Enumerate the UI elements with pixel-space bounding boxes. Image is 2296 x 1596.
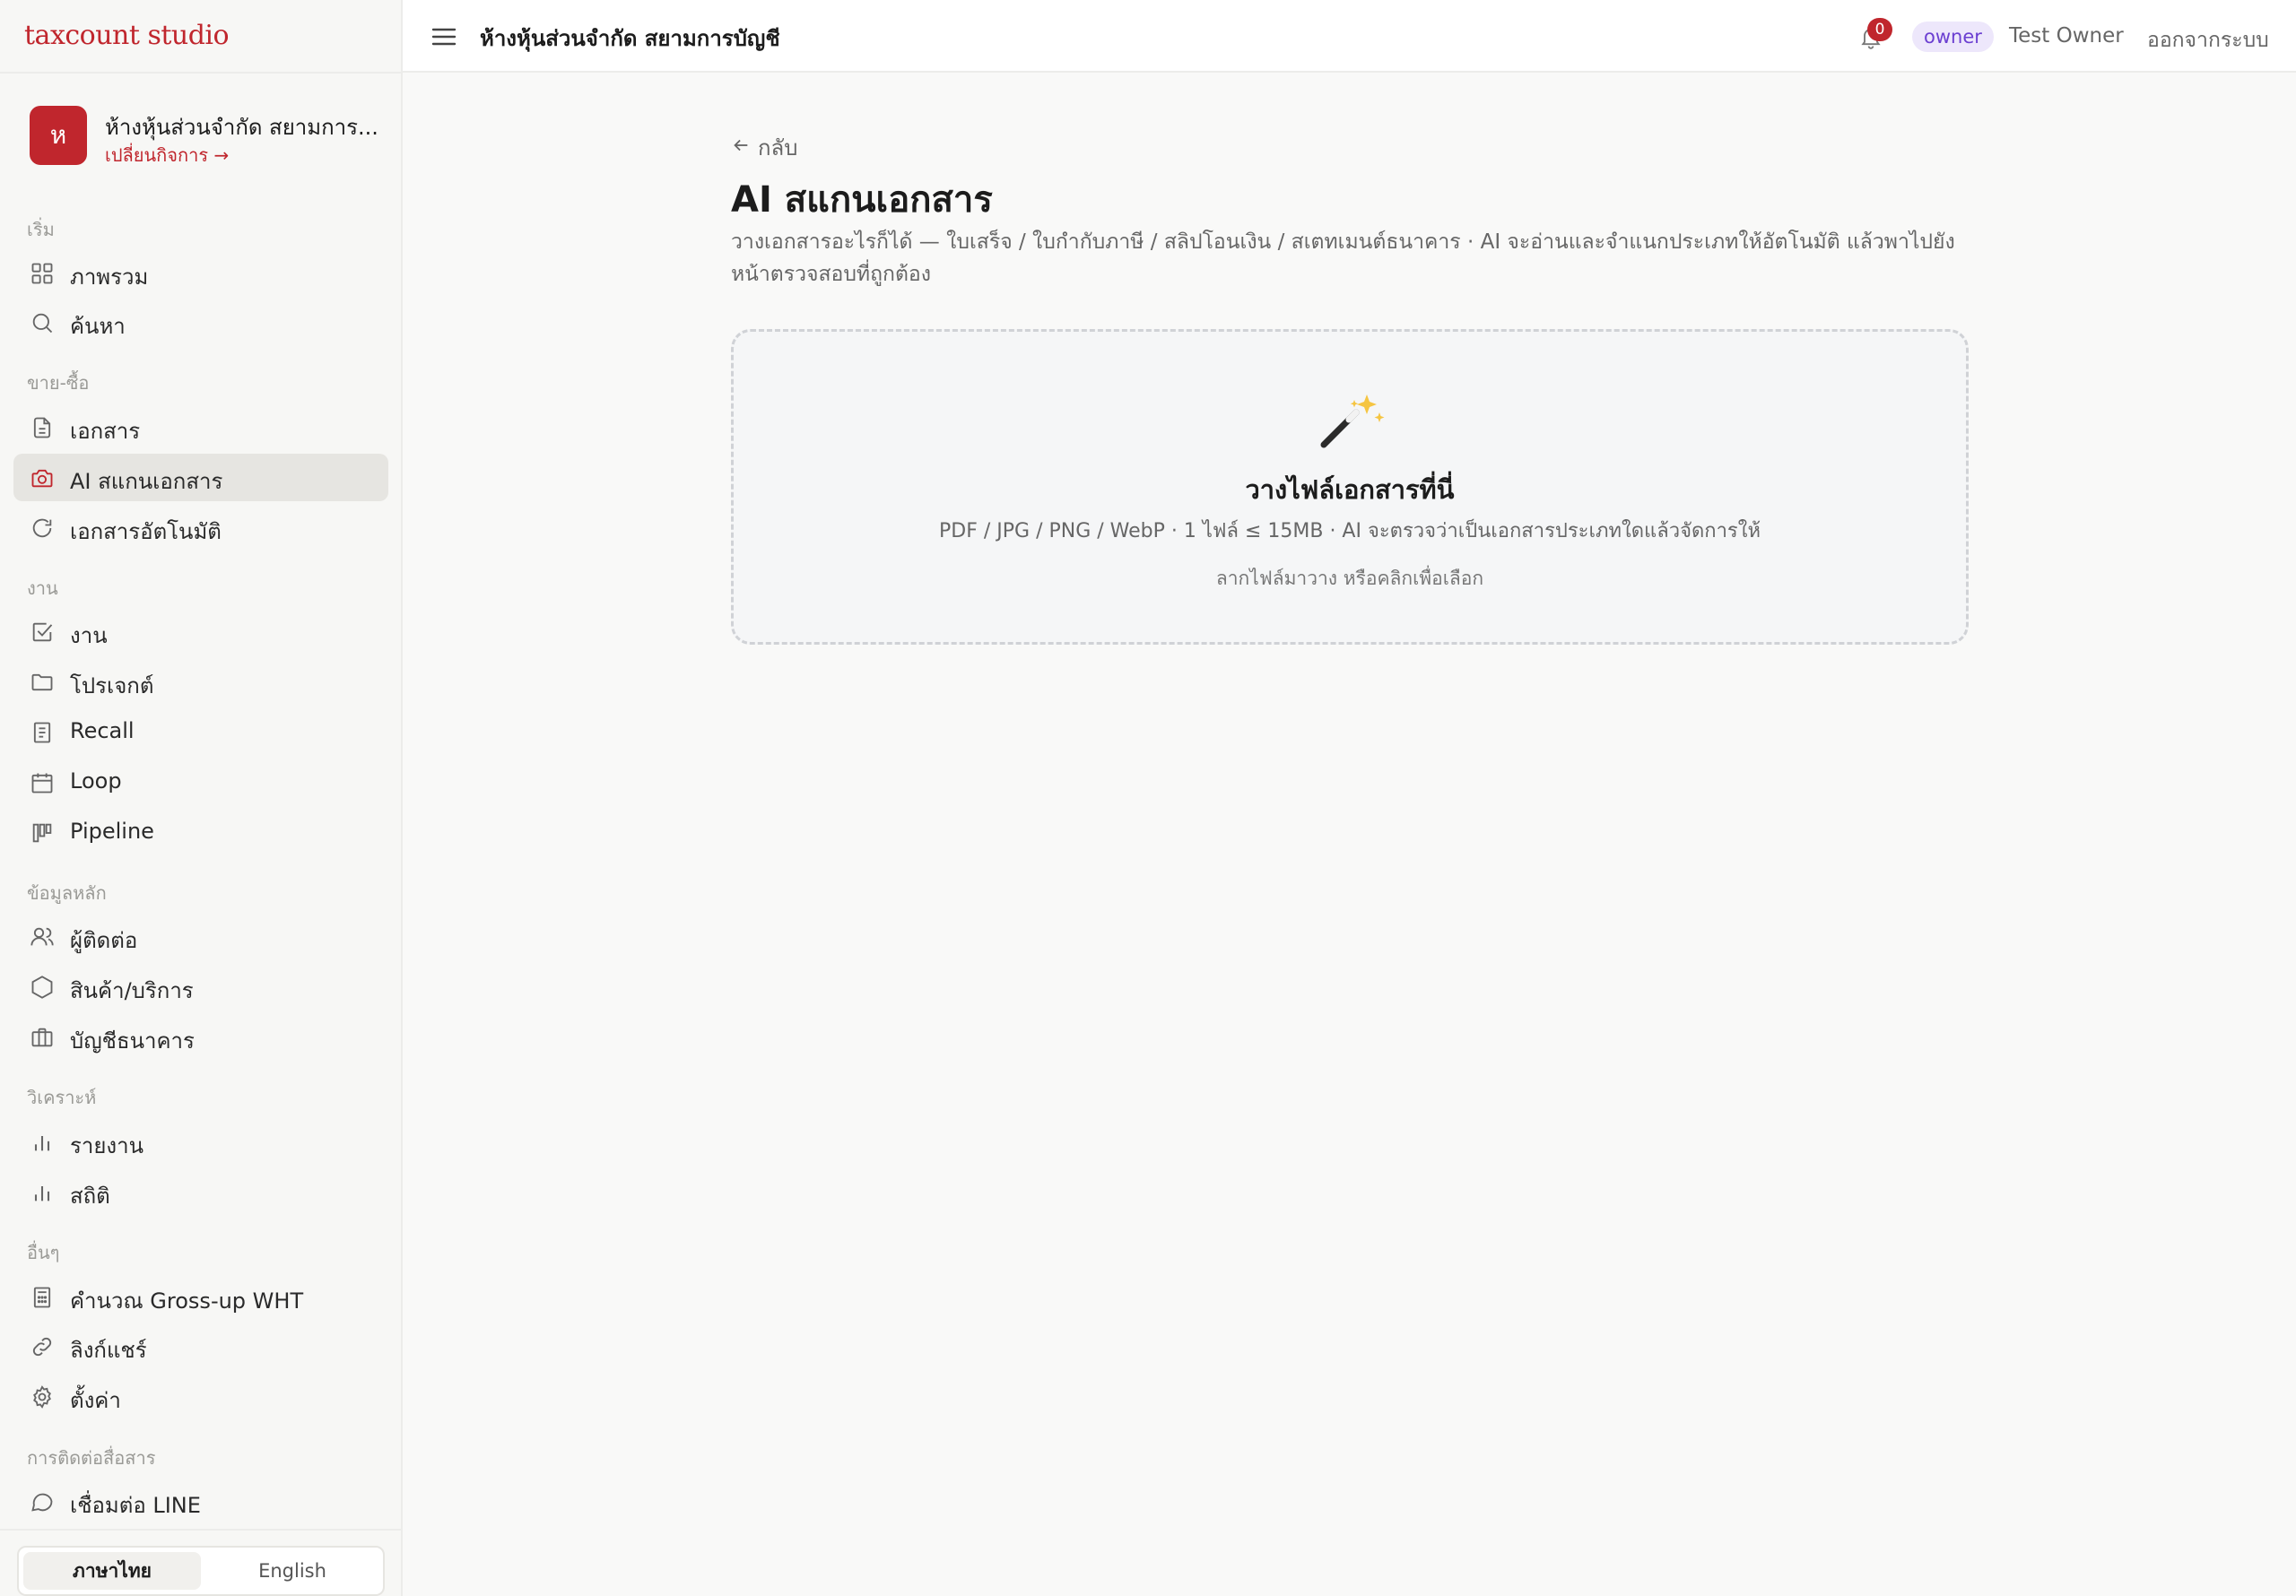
sidebar-item-settings[interactable]: ตั้งค่า: [13, 1373, 388, 1420]
language-english-button[interactable]: English: [204, 1552, 381, 1590]
section-label-analytics: วิเคราะห์: [27, 1087, 97, 1108]
sidebar-item-label: บัญชีธนาคาร: [70, 1028, 195, 1054]
sidebar-item-label: เชื่อมต่อ LINE: [70, 1493, 201, 1518]
link-icon: [30, 1334, 55, 1359]
business-switcher[interactable]: ห ห้างหุ้นส่วนจำกัด สยามการ... เปลี่ยนกิ…: [30, 106, 388, 167]
sidebar-item-label: ลิงก์แชร์: [70, 1338, 147, 1363]
chat-bubble-icon: [30, 1489, 55, 1514]
sidebar-item-tasks[interactable]: งาน: [13, 608, 388, 655]
sidebar-item-label: เอกสาร: [70, 419, 141, 444]
section-label-work: งาน: [27, 577, 58, 599]
receipt-icon: [30, 720, 55, 745]
divider: [0, 1529, 403, 1531]
sidebar-item-reports[interactable]: รายงาน: [13, 1118, 388, 1166]
sidebar-item-label: คำนวณ Gross-up WHT: [70, 1288, 304, 1314]
sidebar-item-search[interactable]: ค้นหา: [13, 299, 388, 346]
sidebar-item-label: ค้นหา: [70, 314, 126, 339]
arrow-left-icon: [731, 135, 751, 160]
section-label-master: ข้อมูลหลัก: [27, 882, 107, 904]
section-label-other: อื่นๆ: [27, 1242, 60, 1263]
sidebar-item-label: งาน: [70, 623, 108, 648]
sidebar-item-documents[interactable]: เอกสาร: [13, 403, 388, 451]
page-title: AI สแกนเอกสาร: [731, 179, 993, 221]
camera-icon: [30, 465, 55, 490]
checkbox-icon: [30, 620, 55, 645]
sidebar-item-grossup[interactable]: คำนวณ Gross-up WHT: [13, 1273, 388, 1321]
sidebar-item-label: ผู้ติดต่อ: [70, 928, 138, 953]
refresh-icon: [30, 516, 55, 541]
box-icon: [30, 975, 55, 1000]
sidebar-item-label: โปรเจกต์: [70, 673, 154, 698]
user-name[interactable]: Test Owner: [2009, 24, 2124, 48]
calculator-icon: [30, 1285, 55, 1310]
search-icon: [30, 310, 55, 335]
kanban-icon: [30, 820, 55, 846]
sidebar-item-label: Pipeline: [70, 819, 154, 844]
sidebar-item-recall[interactable]: Recall: [13, 708, 388, 756]
notification-count-badge: 0: [1867, 18, 1892, 41]
sidebar-item-auto-docs[interactable]: เอกสารอัตโนมัติ: [13, 504, 388, 551]
divider: [0, 72, 403, 74]
calendar-icon: [30, 770, 55, 795]
hamburger-menu-icon[interactable]: [430, 23, 457, 50]
business-name: ห้างหุ้นส่วนจำกัด สยามการ...: [105, 115, 378, 140]
sidebar-item-stats[interactable]: สถิติ: [13, 1168, 388, 1216]
sidebar-item-products[interactable]: สินค้า/บริการ: [13, 963, 388, 1011]
back-label: กลับ: [758, 135, 798, 160]
section-label-communication: การติดต่อสื่อสาร: [27, 1447, 156, 1469]
sidebar-item-label: Recall: [70, 718, 135, 743]
sidebar-item-ai-scan[interactable]: AI สแกนเอกสาร: [13, 454, 388, 501]
sidebar: taxcount studio ห ห้างหุ้นส่วนจำกัด สยาม…: [0, 0, 403, 1596]
folder-icon: [30, 670, 55, 695]
back-link[interactable]: กลับ: [731, 130, 797, 165]
sidebar-item-label: สถิติ: [70, 1184, 110, 1209]
language-switch: ภาษาไทย English: [17, 1546, 385, 1596]
language-thai-button[interactable]: ภาษาไทย: [23, 1552, 201, 1590]
sidebar-item-label: AI สแกนเอกสาร: [70, 469, 223, 494]
section-label-start: เริ่ม: [27, 219, 55, 240]
sidebar-item-label: สินค้า/บริการ: [70, 978, 194, 1003]
role-badge: owner: [1912, 22, 1994, 52]
logout-button[interactable]: ออกจากระบบ: [2147, 24, 2269, 56]
file-dropzone[interactable]: วางไฟล์เอกสารที่นี่ PDF / JPG / PNG / We…: [731, 329, 1969, 645]
dropzone-accepted-types: PDF / JPG / PNG / WebP · 1 ไฟล์ ≤ 15MB ·…: [939, 520, 1761, 542]
sidebar-item-label: ภาพรวม: [70, 265, 149, 290]
sidebar-item-label: รายงาน: [70, 1133, 144, 1158]
business-title: ห้างหุ้นส่วนจำกัด สยามการบัญชี: [480, 26, 780, 51]
dropzone-hint: ลากไฟล์มาวาง หรือคลิกเพื่อเลือก: [1215, 568, 1484, 589]
magic-wand-icon: [1317, 391, 1388, 450]
bar-chart-icon: [30, 1130, 55, 1155]
sidebar-item-pipeline[interactable]: Pipeline: [13, 809, 388, 856]
sidebar-item-label: Loop: [70, 768, 122, 794]
sidebar-item-line[interactable]: เชื่อมต่อ LINE: [13, 1478, 388, 1525]
sidebar-item-share-links[interactable]: ลิงก์แชร์: [13, 1323, 388, 1370]
users-icon: [30, 924, 55, 950]
sidebar-item-overview[interactable]: ภาพรวม: [13, 249, 388, 297]
dropzone-title: วางไฟล์เอกสารที่นี่: [1245, 474, 1455, 505]
section-label-sales: ขาย-ซื้อ: [27, 372, 90, 394]
bar-chart-icon: [30, 1180, 55, 1205]
sidebar-item-loop[interactable]: Loop: [13, 759, 388, 806]
topbar: ห้างหุ้นส่วนจำกัด สยามการบัญชี 0 owner T…: [403, 0, 2296, 73]
sidebar-item-contacts[interactable]: ผู้ติดต่อ: [13, 913, 388, 960]
brand-logo[interactable]: taxcount studio: [24, 20, 230, 51]
sidebar-item-bank-accounts[interactable]: บัญชีธนาคาร: [13, 1013, 388, 1061]
business-avatar: ห: [30, 106, 87, 165]
sidebar-item-label: เอกสารอัตโนมัติ: [70, 519, 222, 544]
document-icon: [30, 415, 55, 440]
page-description: วางเอกสารอะไรก็ได้ — ใบเสร็จ / ใบกำกับภา…: [731, 230, 1955, 286]
grid-icon: [30, 261, 55, 286]
briefcase-icon: [30, 1025, 55, 1050]
sidebar-item-label: ตั้งค่า: [70, 1388, 121, 1413]
sidebar-item-projects[interactable]: โปรเจกต์: [13, 658, 388, 706]
gear-icon: [30, 1384, 55, 1410]
switch-business-link[interactable]: เปลี่ยนกิจการ →: [105, 141, 229, 169]
